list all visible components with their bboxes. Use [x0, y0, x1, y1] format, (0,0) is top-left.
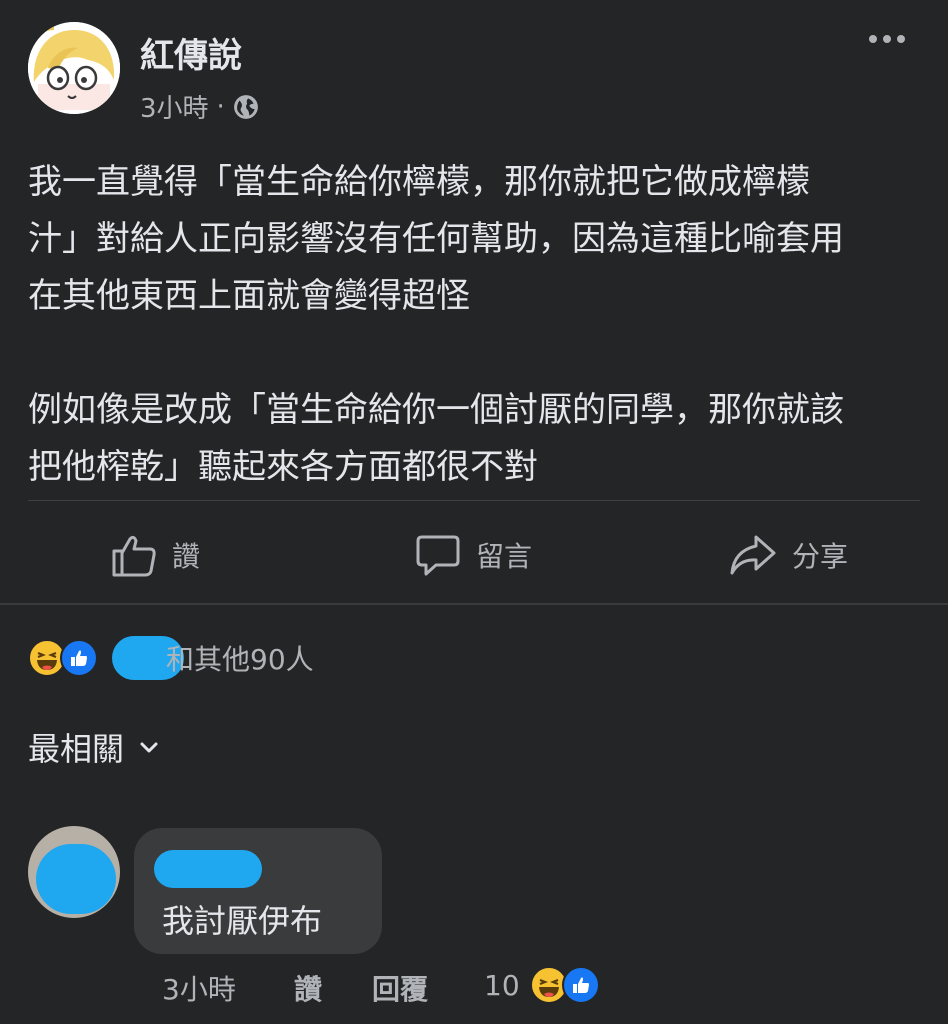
comment-bubble-icon [416, 535, 460, 576]
post-time[interactable]: 3小時 [140, 88, 209, 125]
post-text-line: 汁」對給人正向影響沒有任何幫助，因為這種比喻套用 [28, 219, 844, 259]
reactions-summary[interactable]: 和其他90人 [28, 636, 314, 680]
globe-icon [233, 94, 258, 119]
post-meta: 3小時 · [140, 88, 259, 125]
share-arrow-icon [730, 535, 776, 575]
redacted-avatar [36, 844, 116, 914]
sort-label: 最相關 [28, 730, 125, 768]
more-dot-icon [883, 35, 891, 43]
like-button[interactable]: 讚 [110, 526, 200, 584]
post-text-line: 例如像是改成「當生命給你一個討厭的同學，那你就該 [28, 390, 844, 430]
meta-separator: · [216, 91, 225, 122]
reactions-count-text: 和其他90人 [166, 643, 314, 676]
post-text-line: 我一直覺得「當生命給你檸檬，那你就把它做成檸檬 [28, 162, 810, 202]
section-divider [0, 603, 948, 605]
share-button[interactable]: 分享 [728, 526, 848, 584]
thumbs-up-icon [112, 535, 156, 577]
comment-reply-button[interactable]: 回覆 [372, 968, 428, 1008]
commenter-avatar[interactable] [28, 826, 120, 918]
author-avatar[interactable] [28, 22, 120, 114]
comment-sort-dropdown[interactable]: 最相關 [28, 724, 160, 770]
comment-like-button[interactable]: 讚 [294, 968, 322, 1008]
like-label: 讚 [172, 540, 201, 573]
post-text: 我一直覺得「當生命給你檸檬，那你就把它做成檸檬 汁」對給人正向影響沒有任何幫助，… [28, 154, 920, 496]
post-text-line: 把他榨乾」聽起來各方面都很不對 [28, 447, 538, 487]
divider [28, 500, 920, 501]
chevron-down-icon [140, 742, 158, 753]
redacted-commenter-name[interactable] [154, 850, 262, 888]
more-dot-icon [897, 35, 905, 43]
comment-reactions[interactable]: 10 [484, 966, 600, 1004]
like-reaction-icon [60, 639, 98, 677]
post-author-name[interactable]: 紅傳說 [140, 28, 242, 77]
avatar-illustration [28, 22, 120, 114]
comment-button[interactable]: 留言 [414, 526, 532, 584]
comment-time[interactable]: 3小時 [162, 968, 236, 1008]
comment-label: 留言 [476, 540, 533, 573]
more-dot-icon [869, 35, 877, 43]
comment-text: 我討厭伊布 [162, 902, 323, 940]
share-label: 分享 [792, 540, 849, 573]
like-reaction-icon [561, 966, 600, 1004]
post-text-line: 在其他東西上面就會變得超怪 [28, 276, 470, 316]
comment-reaction-count: 10 [484, 968, 520, 1002]
more-options-button[interactable] [862, 22, 912, 56]
